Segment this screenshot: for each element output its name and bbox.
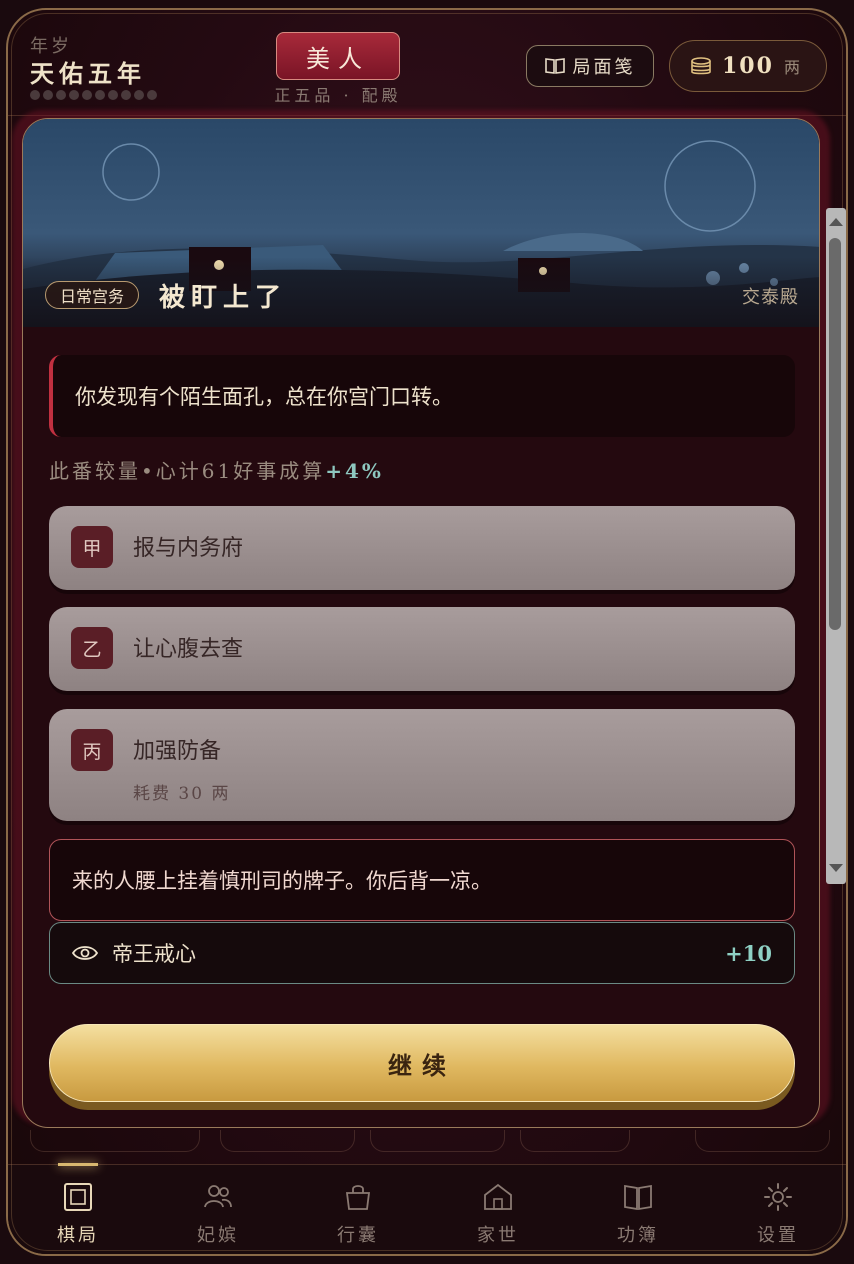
nav-label: 行囊 [337, 1225, 379, 1246]
effect-label: 帝王戒心 [112, 942, 196, 966]
choice-mark: 丙 [71, 729, 113, 771]
continue-button[interactable]: 继续 [49, 1024, 795, 1102]
board-icon [64, 1183, 92, 1211]
scroll-up-arrow[interactable] [829, 218, 843, 226]
contest-stats: 此番较量 • 心计 61 好事成算 +4% [49, 455, 384, 484]
event-scene: 日常宫务 被盯上了 交泰殿 [23, 119, 819, 327]
book-icon [624, 1184, 652, 1211]
ledger-button[interactable]: 局面笺 [526, 45, 654, 87]
event-result: 来的人腰上挂着慎刑司的牌子。你后背一凉。 [49, 839, 795, 921]
ledger-label: 局面笺 [572, 57, 636, 78]
money-unit: 两 [783, 58, 800, 77]
book-icon [544, 58, 565, 74]
event-location: 交泰殿 [742, 287, 799, 308]
bottom-nav: 棋局 妃嫔 行囊 家世 功簿 设置 [8, 1163, 846, 1254]
choice-option-1[interactable]: 甲 报与内务府 [49, 506, 795, 590]
eye-icon [72, 946, 98, 960]
attr-value: 61 [201, 459, 234, 483]
event-title: 被盯上了 [159, 283, 288, 313]
scrollbar-thumb[interactable] [829, 238, 841, 630]
stats-separator: • [141, 459, 156, 483]
money-display: 100 两 [669, 40, 827, 92]
choice-label: 报与内务府 [133, 536, 244, 561]
nav-board[interactable]: 棋局 [18, 1163, 138, 1254]
choice-mark: 乙 [71, 627, 113, 669]
nav-settings[interactable]: 设置 [718, 1165, 838, 1254]
nav-consorts[interactable]: 妃嫔 [158, 1165, 278, 1254]
choice-option-2[interactable]: 乙 让心腹去查 [49, 607, 795, 691]
scene-shade [23, 257, 819, 327]
success-bonus: +4% [325, 459, 384, 483]
effect-row: 帝王戒心 +10 [49, 922, 795, 984]
nav-merits[interactable]: 功簿 [578, 1165, 698, 1254]
choice-mark: 甲 [71, 526, 113, 568]
nav-family[interactable]: 家世 [438, 1165, 558, 1254]
rank-badge: 美人 [276, 32, 400, 80]
attr-name: 心计 [155, 459, 202, 483]
gear-icon [764, 1183, 792, 1211]
choice-cost: 耗费 30 两 [133, 784, 231, 804]
nav-label: 设置 [757, 1225, 799, 1246]
nav-bag[interactable]: 行囊 [298, 1165, 418, 1254]
event-narrative: 你发现有个陌生面孔，总在你宫门口转。 [49, 355, 795, 437]
nav-label: 棋局 [57, 1225, 99, 1246]
event-modal: 日常宫务 被盯上了 交泰殿 你发现有个陌生面孔，总在你宫门口转。 此番较量 • … [22, 118, 820, 1128]
money-value: 100 [722, 53, 774, 79]
choice-option-3[interactable]: 丙 加强防备 耗费 30 两 [49, 709, 795, 821]
coins-icon [691, 57, 711, 75]
nav-label: 功簿 [617, 1225, 659, 1246]
choice-label: 让心腹去查 [133, 637, 244, 662]
rank-subtitle: 正五品 · 配殿 [274, 86, 402, 105]
effect-delta: +10 [725, 940, 772, 966]
bag-icon [345, 1185, 371, 1210]
people-icon [204, 1185, 232, 1208]
event-category-tag: 日常宫务 [45, 281, 140, 309]
nav-label: 妃嫔 [197, 1225, 239, 1246]
board-background [30, 1130, 830, 1160]
year-progress-dots [30, 90, 157, 100]
scroll-down-arrow[interactable] [829, 864, 843, 872]
top-bar: 年岁 天佑五年 美人 正五品 · 配殿 局面笺 100 两 [8, 10, 846, 116]
success-label: 好事成算 [233, 459, 326, 483]
choice-label: 加强防备 [133, 739, 222, 764]
stats-label: 此番较量 [49, 459, 141, 483]
nav-label: 家世 [477, 1225, 519, 1246]
year-value: 天佑五年 [30, 59, 146, 88]
house-icon [484, 1183, 512, 1210]
